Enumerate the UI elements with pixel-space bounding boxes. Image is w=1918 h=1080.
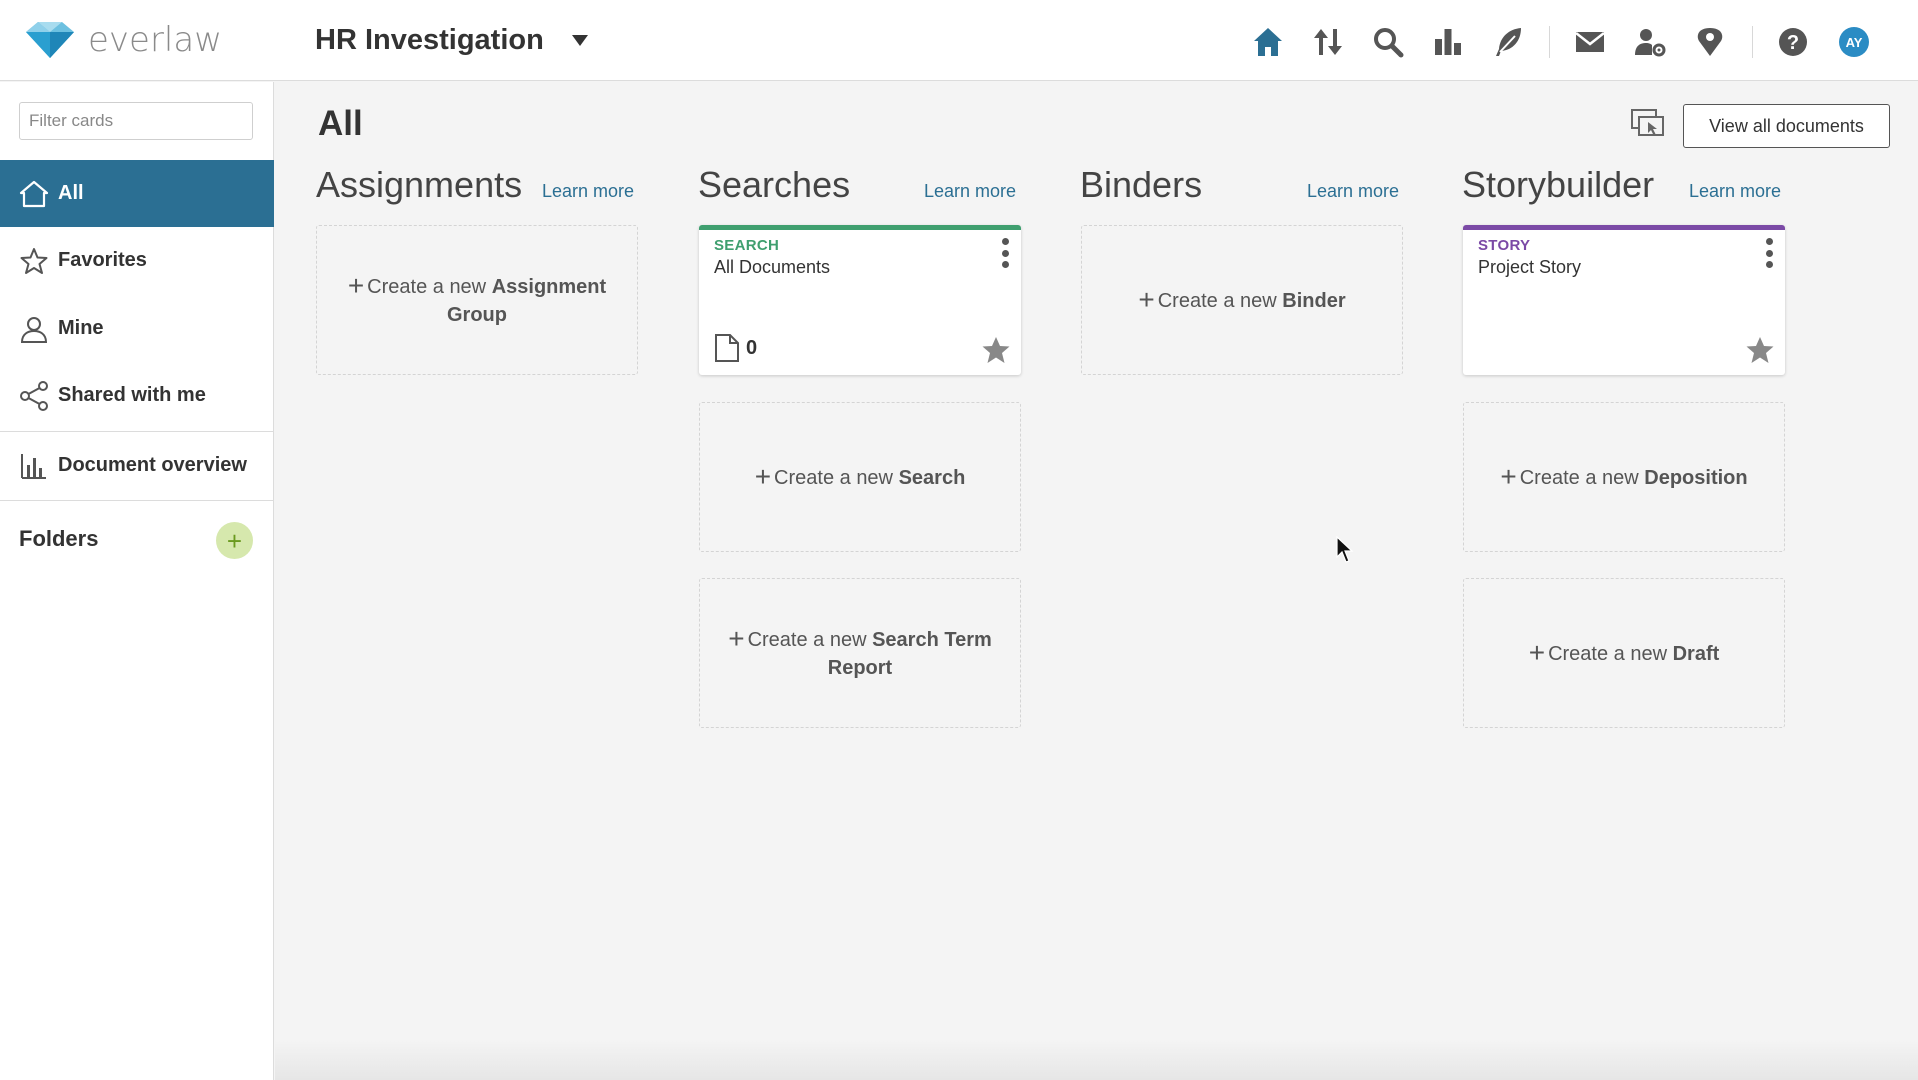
searches-learn-more-link[interactable]: Learn more bbox=[924, 181, 1016, 202]
card-type-label: STORY bbox=[1478, 237, 1531, 254]
sidebar-item-label: Document overview bbox=[58, 454, 247, 476]
create-card-label: + Create a new Search bbox=[754, 460, 966, 492]
document-count-value: 0 bbox=[746, 336, 758, 359]
plus-icon: + bbox=[1528, 636, 1546, 668]
share-icon bbox=[19, 380, 49, 411]
presentation-icon[interactable] bbox=[1630, 106, 1666, 142]
mail-icon[interactable] bbox=[1568, 20, 1612, 64]
card-name: Project Story bbox=[1478, 257, 1582, 277]
person-icon bbox=[19, 314, 49, 344]
storybuilder-heading: Storybuilder bbox=[1462, 164, 1655, 205]
create-card-label: + Create a new Assignment Group bbox=[347, 269, 607, 326]
sidebar-item-label: Favorites bbox=[58, 249, 147, 271]
binders-heading: Binders bbox=[1080, 164, 1203, 205]
svg-text:?: ? bbox=[1787, 32, 1799, 54]
document-count: 0 bbox=[714, 333, 757, 363]
sidebar-item-document-overview[interactable]: Document overview bbox=[0, 432, 274, 499]
folders-heading: Folders bbox=[19, 526, 99, 551]
analytics-icon[interactable] bbox=[1426, 20, 1470, 64]
search-card-all-documents[interactable]: SEARCH All Documents 0 bbox=[699, 225, 1021, 375]
create-assignment-group-card[interactable]: + Create a new Assignment Group bbox=[316, 225, 638, 375]
page-title: All bbox=[318, 104, 363, 143]
create-card-label: + Create a new Binder bbox=[1138, 283, 1346, 315]
create-search-term-report-card[interactable]: + Create a new Search Term Report bbox=[699, 578, 1021, 728]
card-name: All Documents bbox=[714, 257, 831, 277]
plus-icon: + bbox=[754, 460, 772, 492]
favorite-star-icon[interactable] bbox=[1745, 335, 1775, 365]
feather-icon[interactable] bbox=[1486, 20, 1530, 64]
filter-cards-input[interactable] bbox=[19, 102, 253, 140]
top-bar: everlaw HR Investigation ? AY bbox=[0, 0, 1918, 81]
user-settings-icon[interactable] bbox=[1628, 20, 1672, 64]
sidebar-divider bbox=[0, 500, 274, 501]
assignments-learn-more-link[interactable]: Learn more bbox=[542, 181, 634, 202]
plus-icon: + bbox=[728, 622, 745, 654]
card-menu-icon[interactable] bbox=[1762, 236, 1776, 270]
card-menu-icon[interactable] bbox=[998, 236, 1012, 270]
plus-icon: + bbox=[1500, 460, 1517, 492]
add-folder-button[interactable]: + bbox=[216, 522, 253, 559]
create-card-label: + Create a new Deposition bbox=[1500, 460, 1748, 492]
create-card-label: + Create a new Search Term Report bbox=[728, 622, 992, 679]
favorite-star-icon[interactable] bbox=[981, 335, 1011, 365]
card-accent-bar bbox=[1463, 225, 1785, 230]
home-icon[interactable] bbox=[1246, 20, 1290, 64]
create-search-card[interactable]: + Create a new Search bbox=[699, 402, 1021, 552]
nav-separator bbox=[1549, 26, 1550, 58]
search-icon[interactable] bbox=[1366, 20, 1410, 64]
sidebar-item-label: Shared with me bbox=[58, 384, 206, 406]
sidebar-item-favorites[interactable]: Favorites bbox=[0, 227, 274, 294]
help-icon[interactable]: ? bbox=[1771, 20, 1815, 64]
create-draft-card[interactable]: + Create a new Draft bbox=[1463, 578, 1785, 728]
nav-toolbar: ? AY bbox=[0, 20, 1918, 64]
plus-icon: + bbox=[1138, 283, 1155, 315]
map-pin-icon[interactable] bbox=[1688, 20, 1732, 64]
avatar[interactable]: AY bbox=[1832, 20, 1876, 64]
plus-icon: + bbox=[347, 269, 365, 301]
story-card-project-story[interactable]: STORY Project Story bbox=[1463, 225, 1785, 375]
sidebar-item-label: All bbox=[58, 182, 84, 204]
card-type-label: SEARCH bbox=[714, 237, 780, 254]
searches-heading: Searches bbox=[698, 164, 851, 205]
create-card-label: + Create a new Draft bbox=[1528, 636, 1720, 668]
view-all-documents-button[interactable]: View all documents bbox=[1683, 104, 1890, 148]
upload-download-icon[interactable] bbox=[1306, 20, 1350, 64]
sidebar-item-all[interactable]: All bbox=[0, 160, 274, 227]
bottom-shadow bbox=[275, 1040, 1918, 1080]
mouse-cursor-icon bbox=[1336, 536, 1354, 563]
create-deposition-card[interactable]: + Create a new Deposition bbox=[1463, 402, 1785, 552]
star-outline-icon bbox=[19, 246, 49, 276]
sidebar-item-shared-with-me[interactable]: Shared with me bbox=[0, 362, 274, 429]
document-icon bbox=[715, 334, 739, 362]
home-icon bbox=[19, 179, 49, 209]
assignments-heading: Assignments bbox=[316, 164, 523, 205]
bar-chart-icon bbox=[19, 451, 49, 481]
binders-learn-more-link[interactable]: Learn more bbox=[1307, 181, 1399, 202]
sidebar-item-mine[interactable]: Mine bbox=[0, 295, 274, 362]
storybuilder-learn-more-link[interactable]: Learn more bbox=[1689, 181, 1781, 202]
sidebar-item-label: Mine bbox=[58, 317, 104, 339]
create-binder-card[interactable]: + Create a new Binder bbox=[1081, 225, 1403, 375]
avatar-initials: AY bbox=[1846, 35, 1863, 50]
sidebar: All Favorites Mine Shared with me Docume… bbox=[0, 82, 274, 1080]
nav-separator bbox=[1752, 26, 1753, 58]
card-accent-bar bbox=[699, 225, 1021, 230]
